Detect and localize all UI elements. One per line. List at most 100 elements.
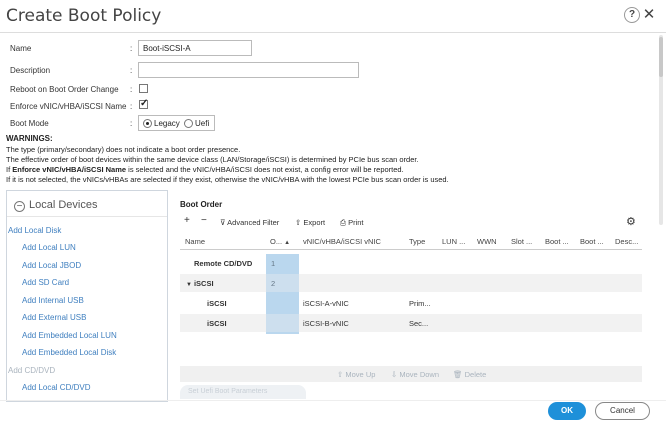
add-local-disk-link[interactable]: Add Local Disk [8,226,61,235]
enforce-colon: : [130,102,133,111]
warnings-title: WARNINGS: [6,134,53,143]
move-down-button: ⇩ Move Down [391,370,439,379]
print-button[interactable]: ⎙ Print [340,218,364,228]
row-vnic: iSCSI-A-vNIC [303,299,349,308]
add-row-button[interactable]: + [184,215,190,226]
enforce-checkbox[interactable] [139,98,148,109]
add-external-usb-link[interactable]: Add External USB [22,313,86,322]
reboot-checkbox[interactable] [139,84,148,93]
filter-icon: ⊽ [220,218,226,227]
row-name: iSCSI [207,299,227,308]
scrollbar-thumb[interactable] [659,37,663,77]
boot-mode-label: Boot Mode [10,119,49,128]
print-label: Print [348,218,364,227]
name-field[interactable] [138,40,252,56]
warning-line: If it is not selected, the vNICs/vHBAs a… [6,175,449,184]
table-row[interactable]: Remote CD/DVD 1 [180,254,642,272]
expand-arrow-icon[interactable]: ▼ [186,282,192,288]
column-header-boot-2[interactable]: Boot ... [580,237,604,246]
row-name-label: iSCSI [193,279,214,288]
remove-row-button[interactable]: − [201,215,207,226]
export-icon: ⇧ [295,218,302,227]
ok-button[interactable]: OK [548,402,586,420]
warning-line: The effective order of boot devices with… [6,155,419,164]
column-header-name[interactable]: Name [185,237,205,246]
dialog-scrollbar[interactable] [659,35,663,225]
title-divider [0,32,666,33]
warning-line: If Enforce vNIC/vHBA/iSCSI Name is selec… [6,165,404,174]
delete-label: Delete [464,370,487,379]
boot-order-actions: ⇧ Move Up ⇩ Move Down 🗑 Delete [180,366,642,382]
table-row[interactable]: ▼ iSCSI 2 [180,274,642,292]
set-uefi-boot-parameters-button: Set Uefi Boot Parameters [180,385,306,399]
print-icon: ⎙ [340,218,346,227]
reboot-label: Reboot on Boot Order Change [10,85,119,94]
description-label: Description [10,66,51,75]
trash-icon: 🗑 [453,370,463,379]
column-header-desc[interactable]: Desc... [615,237,638,246]
reboot-colon: : [130,85,133,94]
enforce-label: Enforce vNIC/vHBA/iSCSI Name [10,102,127,111]
add-embedded-local-lun-link[interactable]: Add Embedded Local LUN [22,331,117,340]
legacy-radio-label[interactable]: Legacy [154,119,180,128]
advanced-filter-label: Advanced Filter [227,218,280,227]
cancel-button[interactable]: Cancel [595,402,650,420]
local-devices-title: Local Devices [29,199,98,211]
boot-order-title: Boot Order [180,200,223,209]
column-header-lun[interactable]: LUN ... [442,237,465,246]
warning-suffix: is selected and the vNIC/vHBA/iSCSI does… [126,165,404,174]
add-sd-card-link[interactable]: Add SD Card [22,278,69,287]
move-up-label: Move Up [345,370,376,379]
column-header-slot[interactable]: Slot ... [511,237,532,246]
sort-asc-icon: ▲ [284,240,291,246]
column-header-order[interactable]: O... ▲ [270,237,290,246]
name-label: Name [10,44,32,53]
arrow-up-icon: ⇧ [337,370,344,379]
column-header-type[interactable]: Type [409,237,425,246]
add-local-jbod-link[interactable]: Add Local JBOD [22,261,81,270]
boot-order-header: Name O... ▲ vNIC/vHBA/iSCSI vNIC Type LUN… [180,232,642,250]
add-embedded-local-disk-link[interactable]: Add Embedded Local Disk [22,348,116,357]
footer-divider [0,400,666,401]
panel-divider [7,216,167,217]
delete-button: 🗑 Delete [453,370,486,379]
move-up-button: ⇧ Move Up [337,370,375,379]
collapse-icon[interactable]: − [14,201,25,212]
advanced-filter-button[interactable]: ⊽ Advanced Filter [220,218,279,227]
table-row[interactable]: iSCSI iSCSI-A-vNIC Prim... [180,294,642,312]
row-type: Prim... [409,299,431,308]
table-row[interactable]: iSCSI iSCSI-B-vNIC Sec... [180,314,642,332]
order-column-overlay [266,254,299,334]
local-devices-header[interactable]: − Local Devices [14,199,97,212]
add-internal-usb-link[interactable]: Add Internal USB [22,296,84,305]
column-header-order-label: O... [270,237,283,246]
gear-icon[interactable]: ⚙ [626,215,636,228]
boot-mode-group: Legacy Uefi [138,115,215,131]
row-name: ▼ iSCSI [186,279,214,288]
arrow-down-icon: ⇩ [391,370,398,379]
export-button[interactable]: ⇧ Export [295,218,325,227]
legacy-radio[interactable] [143,119,152,128]
uefi-radio[interactable] [184,119,193,128]
boot-order-toolbar: + − ⊽ Advanced Filter ⇧ Export ⎙ Print ⚙ [180,215,642,231]
name-colon: : [130,44,133,53]
uefi-radio-label[interactable]: Uefi [195,119,209,128]
add-local-lun-link[interactable]: Add Local LUN [22,243,76,252]
warning-bold: Enforce vNIC/vHBA/iSCSI Name [12,165,127,174]
close-icon[interactable]: ✕ [641,7,657,23]
column-header-wwn[interactable]: WWN [477,237,497,246]
description-field[interactable] [138,62,359,78]
row-vnic: iSCSI-B-vNIC [303,319,349,328]
column-header-boot-1[interactable]: Boot ... [545,237,569,246]
help-icon[interactable]: ? [624,7,640,23]
row-name: iSCSI [207,319,227,328]
move-down-label: Move Down [399,370,439,379]
row-name: Remote CD/DVD [194,259,253,268]
row-type: Sec... [409,319,429,328]
description-colon: : [130,66,133,75]
add-local-cd-dvd-link[interactable]: Add Local CD/DVD [22,383,90,392]
add-cd-dvd-link: Add CD/DVD [8,366,56,375]
boot-mode-colon: : [130,119,133,128]
column-header-vnic[interactable]: vNIC/vHBA/iSCSI vNIC [303,237,381,246]
export-label: Export [303,218,326,227]
